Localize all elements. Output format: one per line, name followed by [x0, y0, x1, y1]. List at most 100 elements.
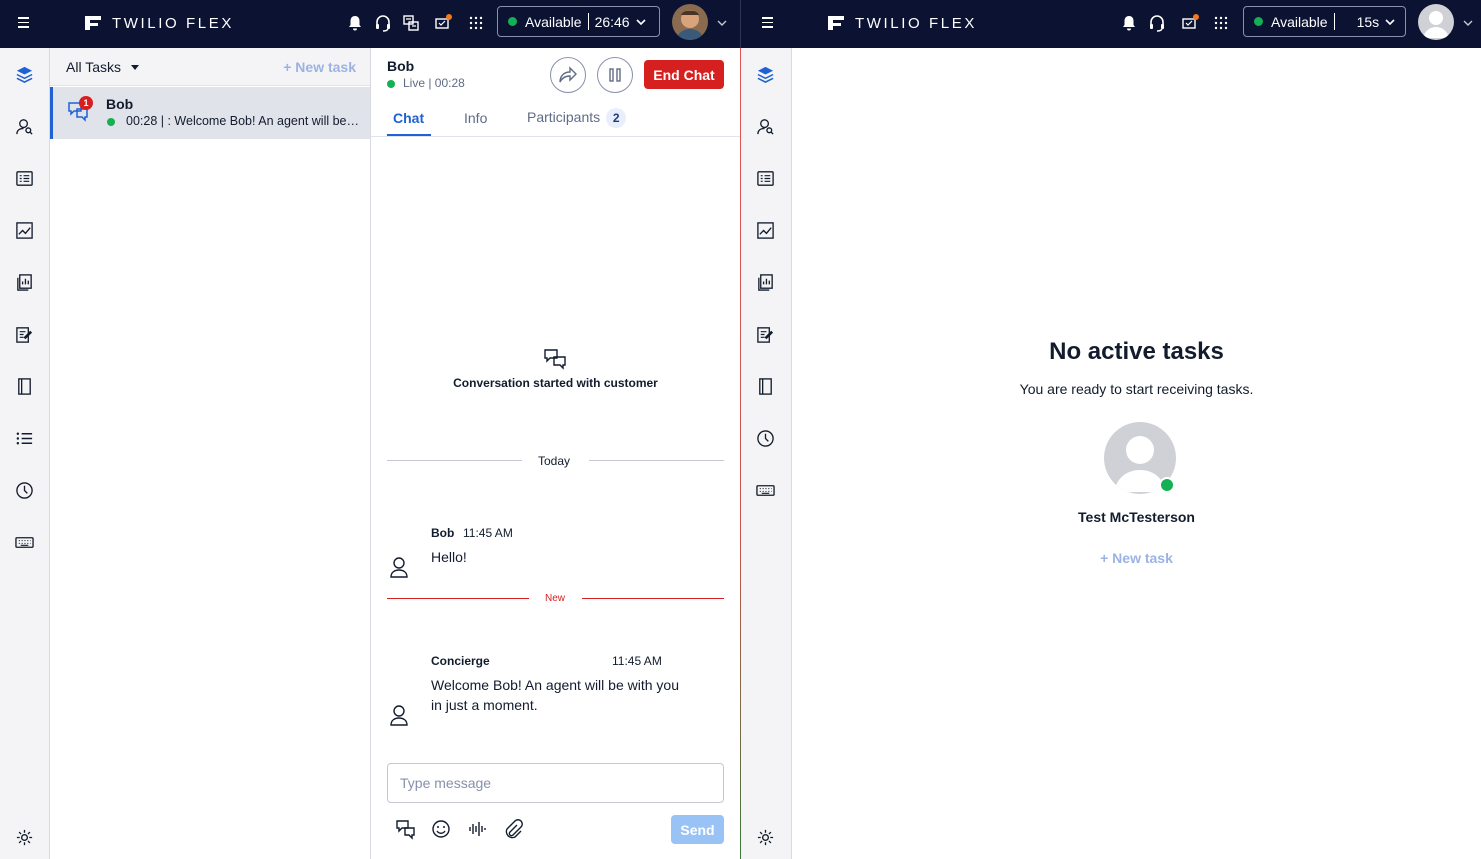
tab-chat[interactable]: Chat — [393, 110, 424, 126]
user-search-icon — [15, 118, 33, 135]
available-dot — [508, 17, 517, 26]
book-icon — [758, 377, 772, 395]
message-time: 11:45 AM — [612, 654, 662, 668]
nav-settings[interactable] — [13, 826, 35, 848]
paperclip-icon[interactable] — [502, 818, 524, 840]
keyboard-icon — [755, 484, 775, 496]
nav-directory[interactable] — [754, 375, 776, 397]
chevron-down-icon — [1385, 18, 1395, 25]
chevron-down-icon — [636, 18, 646, 25]
twilio-flex-logo: TWILIO FLEX — [84, 12, 234, 34]
no-tasks-title: No active tasks — [1049, 338, 1224, 365]
new-messages-separator: New — [545, 593, 566, 604]
nav-history[interactable] — [13, 479, 35, 501]
nav-agent-desktop[interactable] — [754, 63, 776, 85]
activity-status-dropdown[interactable]: Available 26:46 — [497, 6, 660, 37]
conversation-started-text: Conversation started with customer — [453, 376, 658, 390]
no-tasks-subtitle: You are ready to start receiving tasks. — [1019, 381, 1254, 397]
bell-icon[interactable] — [1119, 13, 1139, 33]
agent-available-dot — [1159, 477, 1175, 493]
nav-queues[interactable] — [754, 167, 776, 189]
end-chat-button[interactable]: End Chat — [644, 60, 724, 89]
notification-icon[interactable] — [1181, 13, 1201, 33]
nav-analytics[interactable] — [754, 219, 776, 241]
report-icon — [757, 273, 773, 291]
report-icon — [16, 273, 32, 291]
clock-icon — [756, 429, 774, 447]
tab-info[interactable]: Info — [464, 110, 487, 126]
nav-queues[interactable] — [13, 167, 35, 189]
task-card[interactable]: 1 Bob 00:28 | : Welcome Bob! An agent wi… — [50, 87, 370, 139]
nav-directory[interactable] — [13, 375, 35, 397]
conversation-icon — [544, 349, 566, 370]
default-user-icon — [1423, 11, 1449, 38]
chevron-down-icon[interactable] — [717, 18, 727, 28]
bell-icon[interactable] — [345, 13, 365, 33]
keyboard-icon — [14, 536, 34, 548]
headset-icon[interactable] — [1147, 13, 1167, 33]
nav-analytics[interactable] — [13, 219, 35, 241]
top-bar: TWILIO FLEX Available 15s — [741, 0, 1481, 48]
nav-insights[interactable] — [13, 271, 35, 293]
chevron-down-icon[interactable] — [1463, 18, 1473, 28]
user-photo-icon — [672, 4, 708, 40]
headset-icon[interactable] — [373, 13, 393, 33]
chat-tabs: Chat Info Participants 2 — [371, 104, 740, 137]
user-icon — [390, 705, 408, 726]
nav-dialpad[interactable] — [13, 531, 35, 553]
task-list-header: All Tasks + New task — [50, 48, 370, 86]
tab-participants[interactable]: Participants 2 — [527, 108, 627, 128]
status-timer: 26:46 — [594, 13, 630, 30]
message-author: Bob — [431, 526, 455, 540]
twilio-flex-logo: TWILIO FLEX — [827, 12, 977, 34]
nav-teams[interactable] — [13, 115, 35, 137]
pause-icon — [609, 68, 621, 82]
menu-icon[interactable] — [14, 14, 34, 34]
apps-grid-icon[interactable] — [466, 13, 486, 33]
gear-icon — [16, 829, 32, 845]
list-card-icon — [15, 170, 33, 186]
unread-badge: 1 — [79, 96, 93, 110]
user-avatar[interactable] — [1418, 4, 1454, 40]
hold-button[interactable] — [597, 57, 633, 93]
transfer-button[interactable] — [550, 57, 586, 93]
active-tab-indicator — [387, 134, 431, 136]
nav-settings[interactable] — [754, 826, 776, 848]
side-navigation — [741, 48, 792, 859]
apps-grid-icon[interactable] — [1211, 13, 1231, 33]
nav-agent-desktop[interactable] — [13, 63, 35, 85]
canned-responses-icon[interactable] — [395, 818, 417, 840]
new-task-button[interactable]: + New task — [283, 59, 356, 75]
chart-line-icon — [756, 221, 774, 239]
nav-history[interactable] — [754, 427, 776, 449]
voice-wave-icon[interactable] — [466, 818, 488, 840]
nav-quality[interactable] — [13, 323, 35, 345]
bullet-list-icon — [16, 432, 32, 444]
caret-down-icon — [130, 64, 139, 70]
book-icon — [17, 377, 31, 395]
nav-dialpad[interactable] — [754, 479, 776, 501]
menu-icon[interactable] — [758, 14, 778, 34]
message-input[interactable] — [387, 763, 724, 803]
translate-icon[interactable] — [401, 13, 421, 33]
nav-task-list[interactable] — [13, 427, 35, 449]
layers-icon — [757, 66, 773, 83]
gear-icon — [757, 829, 773, 845]
nav-quality[interactable] — [754, 323, 776, 345]
activity-status-dropdown[interactable]: Available 15s — [1243, 6, 1406, 37]
available-dot — [1254, 17, 1263, 26]
task-customer-name: Bob — [106, 96, 134, 112]
left-flex-window: TWILIO FLEX Available 26:46 All Tasks + … — [0, 0, 740, 859]
nav-teams[interactable] — [754, 115, 776, 137]
task-status-dot — [107, 118, 115, 126]
task-filter-dropdown[interactable]: All Tasks — [66, 59, 139, 75]
send-button[interactable]: Send — [671, 815, 724, 844]
list-card-icon — [756, 170, 774, 186]
notification-icon[interactable] — [434, 13, 454, 33]
nav-insights[interactable] — [754, 271, 776, 293]
side-navigation — [0, 48, 50, 859]
user-avatar[interactable] — [672, 4, 708, 40]
new-task-button[interactable]: + New task — [792, 550, 1481, 566]
emoji-icon[interactable] — [430, 818, 452, 840]
share-arrow-icon — [559, 66, 577, 83]
